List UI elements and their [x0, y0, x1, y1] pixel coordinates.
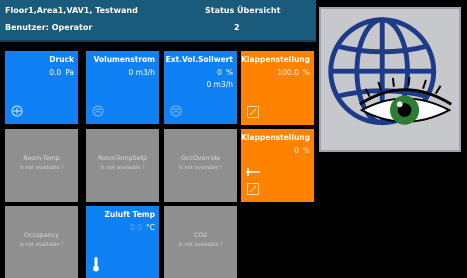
occupancy-label: Occupancy: [24, 232, 59, 239]
zuluft-label: Zuluft Temp: [104, 210, 155, 219]
zuluft-unit: °C: [146, 223, 155, 232]
user-text: Benutzer: Operator: [5, 23, 93, 32]
druck-value: 0.0: [49, 68, 62, 77]
room-temp-tile[interactable]: Room-Temp is not available !: [5, 129, 78, 202]
co2-tile[interactable]: CO2 is not available !: [164, 206, 237, 278]
druck-unit: Pa: [65, 68, 74, 77]
druck-tile[interactable]: Druck 0.0 Pa: [5, 51, 78, 124]
globe-eye-logo: [319, 7, 461, 152]
klappenstellung-tile-1[interactable]: Klappenstellung 100.0%: [241, 51, 314, 125]
ext-vol-label: Ext.Vol.Sollwert: [165, 55, 233, 64]
zuluft-value-line: 0.0 °C: [130, 223, 155, 232]
co2-label: CO2: [193, 232, 208, 239]
klappe1-value-line: 100.0%: [277, 68, 310, 77]
page-number: 2: [234, 23, 240, 32]
klappe2-unit: %: [302, 146, 310, 155]
room-temp-label: Room-Temp: [23, 155, 60, 162]
room-temp-status: is not available !: [19, 165, 64, 171]
ext-vol-value2: 0 m3/h: [206, 80, 233, 89]
volumenstrom-tile[interactable]: Volumenstrom 0 m3/h: [86, 51, 159, 124]
ext-vol-value-line: 0%: [217, 68, 233, 77]
room-temp-setp-label: RoomTempSetp: [97, 155, 148, 162]
klappe1-value: 100.0: [277, 68, 299, 77]
page-title: Status Übersicht: [205, 6, 281, 15]
ext-vol-sollwert-tile[interactable]: Ext.Vol.Sollwert 0% 0 m3/h: [164, 51, 237, 124]
klappe2-label: Klappenstellung: [241, 133, 310, 142]
globe-eye-icon: [321, 9, 459, 150]
ext-vol-value: 0: [217, 68, 222, 77]
zuluft-value: 0.0: [130, 223, 142, 232]
occupancy-status: is not available !: [19, 242, 64, 248]
room-temp-setp-status: is not available !: [100, 165, 145, 171]
location-text: Floor1,Area1,VAV1, Testwand: [5, 6, 138, 15]
occ-override-tile[interactable]: OccOverride is not available !: [164, 129, 237, 202]
damper-icon: [247, 106, 259, 118]
flow-icon: [170, 105, 182, 117]
occ-override-status: is not available !: [178, 165, 223, 171]
damper-icon: [247, 183, 259, 195]
klappe1-label: Klappenstellung: [241, 55, 310, 64]
druck-value-line: 0.0 Pa: [49, 68, 74, 77]
volumenstrom-label: Volumenstrom: [93, 55, 155, 64]
fan-icon: [11, 105, 23, 117]
closing-arrow-icon: [245, 167, 261, 177]
status-header: Floor1,Area1,VAV1, Testwand Status Übers…: [0, 0, 316, 42]
klappenstellung-tile-2[interactable]: Klappenstellung 0%: [241, 129, 314, 202]
volumenstrom-value: 0 m3/h: [128, 68, 155, 77]
thermometer-icon: [92, 256, 100, 272]
klappe2-value-line: 0%: [294, 146, 310, 155]
co2-status: is not available !: [178, 242, 223, 248]
room-temp-setp-tile[interactable]: RoomTempSetp is not available !: [86, 129, 159, 202]
klappe1-unit: %: [302, 68, 310, 77]
ext-vol-unit: %: [225, 68, 233, 77]
druck-label: Druck: [49, 55, 74, 64]
klappe2-value: 0: [294, 146, 299, 155]
flow-icon: [92, 105, 104, 117]
zuluft-temp-tile[interactable]: Zuluft Temp 0.0 °C: [86, 206, 159, 278]
occupancy-tile[interactable]: Occupancy is not available !: [5, 206, 78, 278]
occ-override-label: OccOverride: [180, 155, 221, 162]
